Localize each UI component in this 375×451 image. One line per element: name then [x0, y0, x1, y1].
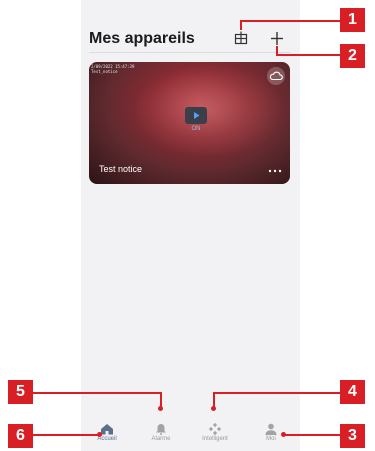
callout-line-1: [240, 20, 340, 22]
callout-line-2-stub: [276, 46, 278, 56]
callout-line-5: [33, 392, 162, 394]
callout-badge-5: 5: [8, 380, 33, 404]
cloud-button[interactable]: [267, 67, 285, 85]
play-icon: [194, 112, 200, 119]
callout-dot-5: [158, 406, 163, 411]
callout-line-4: [213, 392, 340, 394]
callout-line-3: [285, 434, 340, 436]
device-name: Test notice: [99, 164, 143, 174]
header-divider: [89, 52, 290, 53]
tab-smart[interactable]: Intelligent: [193, 423, 237, 442]
tab-me[interactable]: Moi: [249, 423, 293, 442]
callout-badge-2: 2: [340, 44, 365, 68]
tab-alarm-label: Alarme: [151, 436, 171, 442]
tab-smart-label: Intelligent: [202, 436, 228, 442]
device-subtitle: Test_notice: [91, 69, 118, 74]
callout-dot-6: [97, 432, 102, 437]
callout-badge-3: 3: [340, 424, 365, 448]
page-title: Mes appareils: [89, 30, 195, 47]
play-button[interactable]: [185, 107, 207, 124]
app-screen: Mes appareils 2/09/2022 15:47:39 Test_no…: [81, 0, 300, 451]
stream-status-label: ON: [191, 126, 201, 132]
device-card[interactable]: 2/09/2022 15:47:39 Test_notice ON Test n…: [89, 62, 290, 184]
tab-me-label: Moi: [266, 436, 276, 442]
home-icon: [101, 424, 113, 435]
add-device-icon[interactable]: [269, 30, 285, 46]
cloud-icon: [269, 71, 283, 81]
more-options-icon[interactable]: [268, 168, 282, 174]
callout-dot-4: [211, 406, 216, 411]
callout-badge-4: 4: [340, 380, 365, 404]
person-icon: [265, 423, 277, 435]
grid-layout-icon[interactable]: [234, 31, 248, 45]
bottom-tab-bar: Accueil Alarme Intelligent Moi: [81, 423, 300, 451]
tab-home-label: Accueil: [97, 436, 117, 442]
callout-line-1-stub: [240, 20, 242, 30]
device-timestamp: 2/09/2022 15:47:39 Test_notice: [91, 64, 134, 74]
callout-line-6: [33, 434, 99, 436]
tab-alarm[interactable]: Alarme: [139, 423, 183, 442]
tab-home[interactable]: Accueil: [85, 423, 129, 442]
smart-diamond-icon: [208, 423, 222, 435]
callout-badge-6: 6: [8, 424, 33, 448]
callout-line-2: [276, 54, 340, 56]
bell-icon: [156, 424, 166, 435]
callout-badge-1: 1: [340, 8, 365, 32]
